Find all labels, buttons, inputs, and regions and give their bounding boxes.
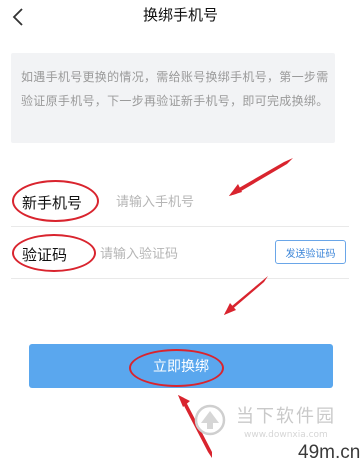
watermark: 当下软件园 www.downxia.com 49m.cn [186, 396, 361, 469]
highlight-ellipse [129, 349, 224, 387]
highlight-ellipse [12, 180, 99, 222]
download-logo-icon [194, 404, 226, 436]
divider [11, 226, 349, 227]
notice-text: 如遇手机号更换的情况，需给账号换绑手机号，第一步需验证原手机号，下一步再验证新手… [21, 70, 329, 108]
send-code-button[interactable]: 发送验证码 [275, 240, 346, 264]
highlight-ellipse [12, 234, 96, 272]
watermark-url: www.downxia.com [244, 430, 328, 440]
page-title: 换绑手机号 [142, 6, 218, 24]
code-input[interactable] [100, 244, 265, 264]
watermark-name: 当下软件园 [236, 406, 336, 427]
top-bar: 换绑手机号 [0, 0, 361, 34]
phone-input[interactable] [116, 192, 326, 212]
divider [11, 278, 349, 279]
notice-box: 如遇手机号更换的情况，需给账号换绑手机号，第一步需验证原手机号，下一步再验证新手… [11, 53, 335, 143]
watermark-site: 49m.cn [298, 442, 361, 463]
arrow-icon [224, 276, 268, 315]
